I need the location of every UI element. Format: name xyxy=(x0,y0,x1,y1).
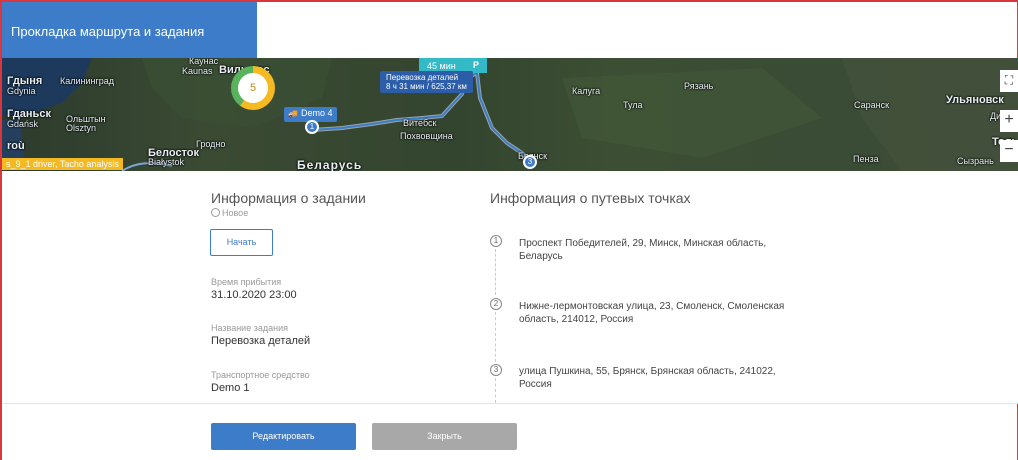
map-label-tula: Тула xyxy=(623,100,643,110)
vehicle-chip-label: Demo 4 xyxy=(300,108,333,118)
task-details-panel: Информация о задании Новое Начать Время … xyxy=(2,171,1018,403)
time-tag-value: 45 мин xyxy=(427,61,456,71)
waypoint-connector xyxy=(495,312,496,362)
map-label-belarus: Беларусь xyxy=(297,158,363,171)
footer-divider xyxy=(2,403,1018,404)
map-label-gdansk-latin: Gdańsk xyxy=(7,119,39,129)
start-button[interactable]: Начать xyxy=(210,229,273,256)
arrival-time-label: Время прибытия xyxy=(211,277,282,287)
map-label-vitebsk: Витебск xyxy=(403,118,437,128)
truck-icon: 🚚 xyxy=(288,109,298,118)
vehicle-value: Demo 1 xyxy=(211,382,250,394)
waypoint-number-1: 1 xyxy=(490,235,502,247)
map-label-saransk: Саранск xyxy=(854,100,890,110)
task-status: Новое xyxy=(211,208,248,218)
cluster-count: 5 xyxy=(238,73,268,103)
route-tooltip: Перевозка деталей 8 ч 31 мин / 625,37 км xyxy=(380,71,473,93)
map-label-kaluga: Калуга xyxy=(572,86,601,96)
panel-title: Прокладка маршрута и задания xyxy=(11,24,205,39)
edit-button[interactable]: Редактировать xyxy=(211,423,356,450)
map-label-olsztyn-latin: Olsztyn xyxy=(66,123,97,133)
waypoint-connector xyxy=(495,378,496,403)
zoom-out-button[interactable]: − xyxy=(1000,140,1018,162)
map-label-gdynia-latin: Gdynia xyxy=(7,86,36,96)
map-label-pokhvoshchino: Похвовщина xyxy=(400,131,453,141)
task-name-value: Перевозка деталей xyxy=(211,335,311,347)
status-circle-icon xyxy=(211,208,220,217)
map-label-lodz: roù xyxy=(7,140,25,152)
route-tooltip-name: Перевозка деталей xyxy=(386,73,459,82)
map-label-kaunas-latin: Kaunas xyxy=(182,66,213,76)
task-name-label: Название задания xyxy=(211,323,288,333)
waypoint-marker-1[interactable]: 1 xyxy=(305,120,319,134)
map-label-kaliningrad: Калининград xyxy=(60,76,115,86)
waypoint-address-1: Проспект Победителей, 29, Минск, Минская… xyxy=(519,238,767,262)
route-map[interactable]: Гдыня Gdynia Калининград Гданьск Gdańsk … xyxy=(2,58,1018,171)
layer-tag[interactable]: s_9_1 driver, Tacho analysis xyxy=(2,158,123,170)
vehicle-label: Транспортное средство xyxy=(211,370,310,380)
waypoint-address-3: улица Пушкина, 55, Брянск, Брянская обла… xyxy=(519,366,776,390)
map-label-grodno: Гродно xyxy=(196,139,226,149)
task-status-label: Новое xyxy=(222,208,249,218)
waypoints-info-title: Информация о путевых точках xyxy=(490,190,691,206)
waypoint-connector xyxy=(495,249,496,295)
map-label-ulyanovsk: Ульяновск xyxy=(946,94,1004,106)
waypoint-number-3: 3 xyxy=(490,364,502,376)
map-label-kaunas: Каунас xyxy=(189,58,219,66)
map-label-syzran: Сызрань xyxy=(957,156,994,166)
waypoint-address-2: Нижне-лермонтовская улица, 23, Смоленск,… xyxy=(519,301,785,325)
panel-title-tab: Прокладка маршрута и задания xyxy=(2,2,257,58)
route-tooltip-stats: 8 ч 31 мин / 625,37 км xyxy=(386,82,467,91)
zoom-in-button[interactable]: + xyxy=(1000,110,1018,132)
vehicle-cluster-marker[interactable]: 5 xyxy=(231,66,275,110)
parking-icon: P xyxy=(472,60,479,70)
arrival-time-value: 31.10.2020 23:00 xyxy=(211,289,297,301)
waypoint-marker-3[interactable]: 3 xyxy=(523,155,537,169)
task-info-title: Информация о задании xyxy=(211,190,366,206)
fullscreen-icon[interactable]: ⛶ xyxy=(1000,70,1018,92)
close-button[interactable]: Закрыть xyxy=(372,423,517,450)
map-label-ryazan: Рязань xyxy=(684,81,714,91)
map-label-bialystok-latin: Białystok xyxy=(148,157,185,167)
map-label-penza: Пенза xyxy=(853,154,879,164)
waypoint-number-2: 2 xyxy=(490,298,502,310)
